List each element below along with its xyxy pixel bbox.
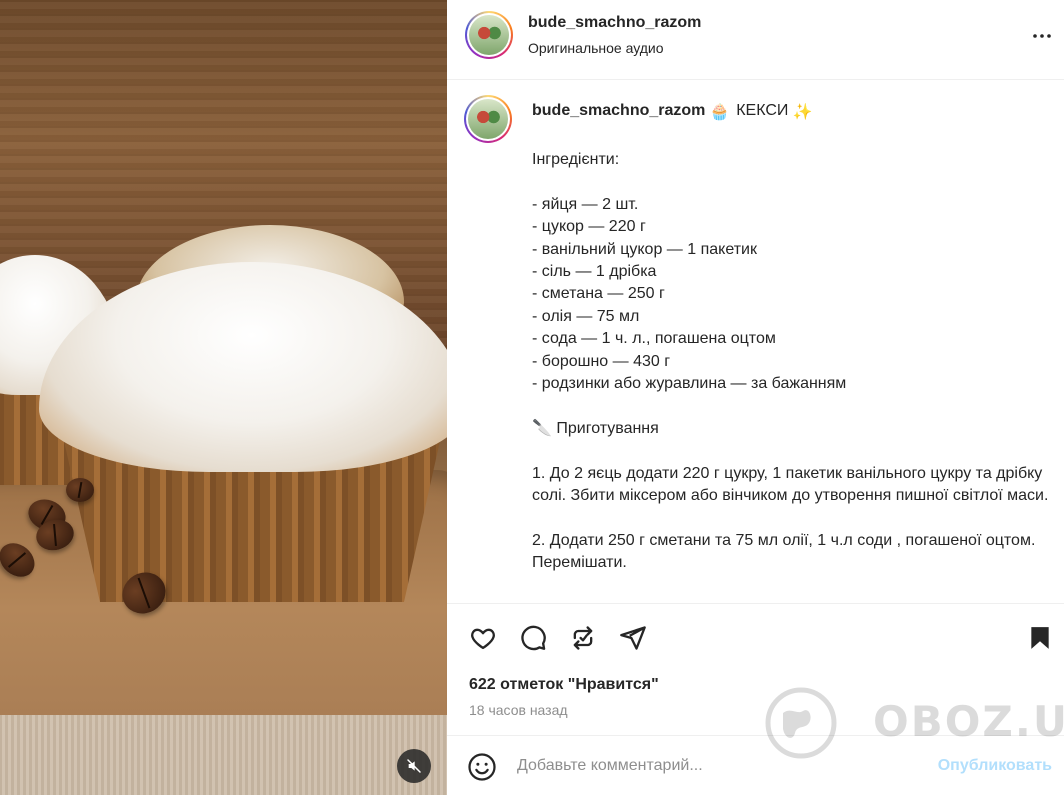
emoji-picker-button[interactable] [467, 752, 497, 782]
avatar[interactable] [465, 11, 513, 59]
post-header: bude_smachno_razom Оригинальное аудио [447, 0, 1064, 80]
caption-avatar[interactable] [464, 95, 512, 143]
post-time[interactable]: 18 часов назад [469, 702, 568, 718]
post-panel: bude_smachno_razom Оригинальное аудио bu… [447, 0, 1064, 795]
repost-button[interactable] [567, 622, 599, 654]
more-horizontal-icon [1033, 34, 1051, 38]
smiley-icon [468, 753, 496, 781]
post-actions: 622 отметок "Нравится" 18 часов назад [447, 603, 1064, 735]
cupcake-emoji: 🧁 [709, 104, 730, 121]
caption-text: Інгредієнти: - яйця — 2 шт. - цукор — 22… [532, 151, 1049, 572]
save-button[interactable] [1024, 622, 1056, 654]
repost-icon [573, 626, 593, 650]
caption-heading: bude_smachno_razom 🧁 КЕКСИ ✨ [532, 102, 813, 122]
muffin-front [39, 262, 447, 602]
linen-cloth [0, 715, 447, 795]
heart-icon [471, 628, 495, 650]
comment-button[interactable] [517, 622, 549, 654]
likes-count[interactable]: 622 отметок "Нравится" [469, 676, 659, 694]
audio-label[interactable]: Оригинальное аудио [528, 40, 664, 56]
publish-button[interactable]: Опубликовать [938, 757, 1052, 775]
mute-button[interactable] [397, 749, 431, 783]
coffee-bean [66, 478, 94, 502]
like-button[interactable] [467, 622, 499, 654]
post-media[interactable] [0, 0, 447, 795]
comment-bar: Опубликовать [447, 735, 1064, 795]
comment-input[interactable] [517, 753, 917, 779]
share-icon [620, 626, 646, 650]
caption-title: КЕКСИ [736, 102, 789, 119]
caption-username[interactable]: bude_smachno_razom [532, 102, 705, 119]
sparkles-emoji: ✨ [792, 104, 813, 121]
header-username[interactable]: bude_smachno_razom [528, 14, 701, 32]
caption-area[interactable]: bude_smachno_razom 🧁 КЕКСИ ✨ Інгредієнти… [447, 81, 1064, 603]
share-button[interactable] [617, 622, 649, 654]
speaker-muted-icon [407, 759, 421, 773]
more-options-button[interactable] [1028, 22, 1056, 50]
comment-icon [521, 625, 546, 651]
bookmark-icon [1031, 627, 1049, 649]
